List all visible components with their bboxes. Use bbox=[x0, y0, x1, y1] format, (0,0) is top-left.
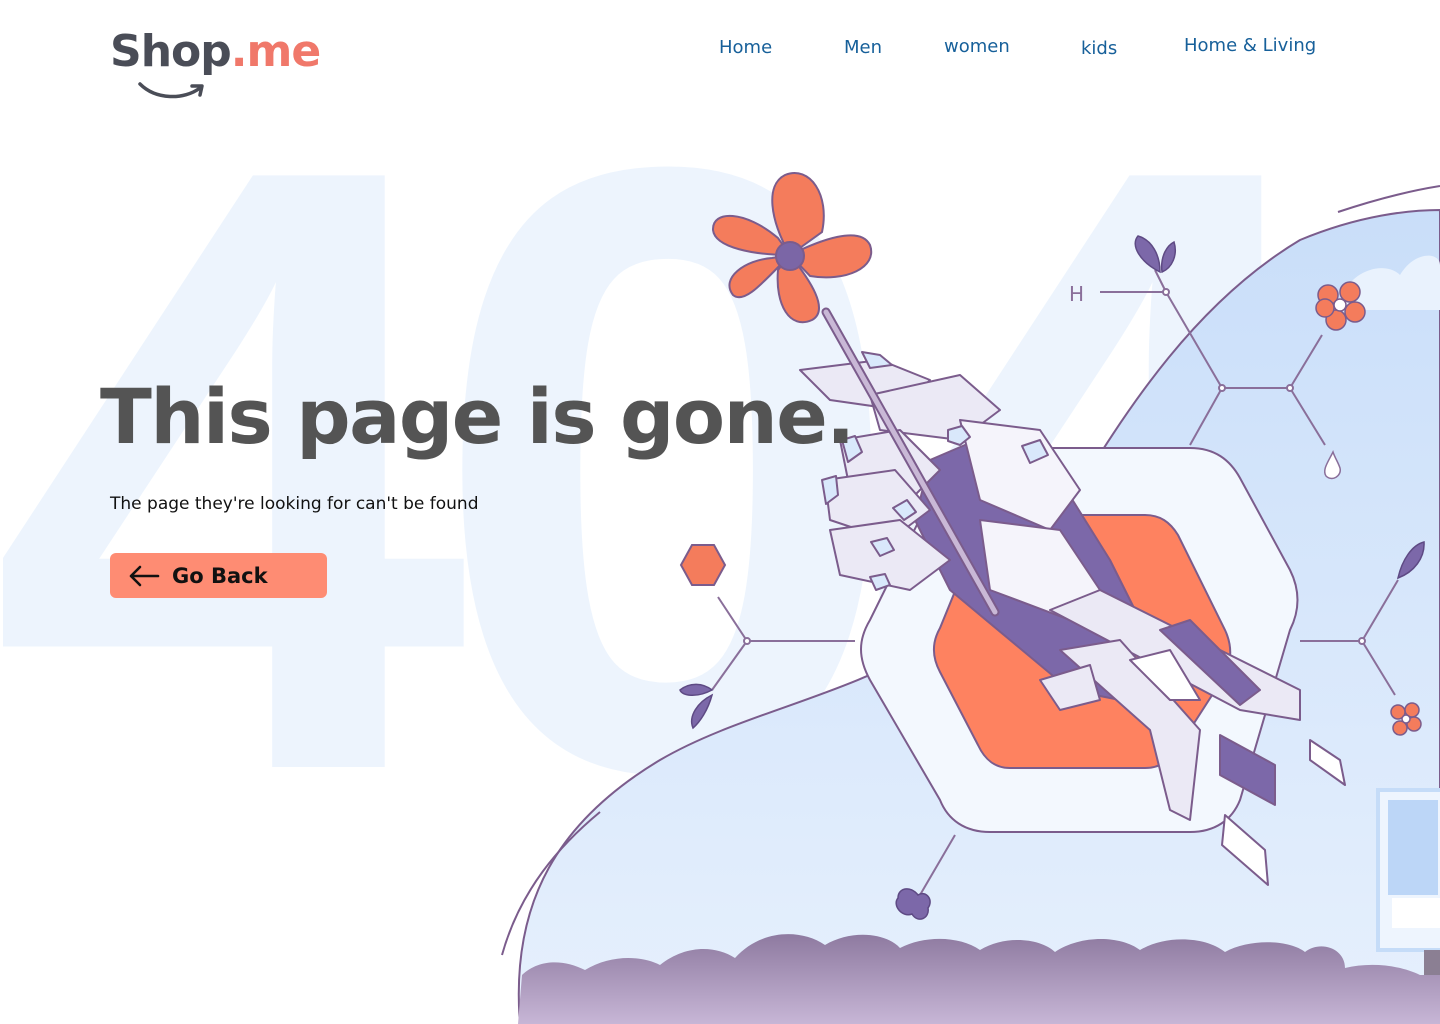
page-title: This page is gone. bbox=[100, 372, 855, 461]
nav-men[interactable]: Men bbox=[844, 37, 882, 58]
nav-women[interactable]: women bbox=[944, 36, 1010, 57]
go-back-button[interactable]: Go Back bbox=[110, 553, 327, 598]
main-nav: Home Men women kids Home & Living bbox=[0, 35, 1440, 66]
small-orange-hexagon bbox=[679, 544, 727, 586]
arrow-left-icon bbox=[129, 565, 160, 586]
nav-home-living[interactable]: Home & Living bbox=[1184, 35, 1316, 56]
molecule-h-label: H bbox=[1069, 282, 1084, 306]
nav-kids[interactable]: kids bbox=[1081, 38, 1117, 59]
page-subtitle: The page they're looking for can't be fo… bbox=[110, 494, 479, 514]
logo-smile-icon bbox=[138, 82, 204, 99]
small-flower-right bbox=[1390, 702, 1422, 736]
big-flower bbox=[711, 172, 873, 323]
sky-arc-line bbox=[1337, 185, 1440, 213]
nav-home[interactable]: Home bbox=[719, 37, 772, 58]
go-back-label: Go Back bbox=[172, 563, 268, 588]
